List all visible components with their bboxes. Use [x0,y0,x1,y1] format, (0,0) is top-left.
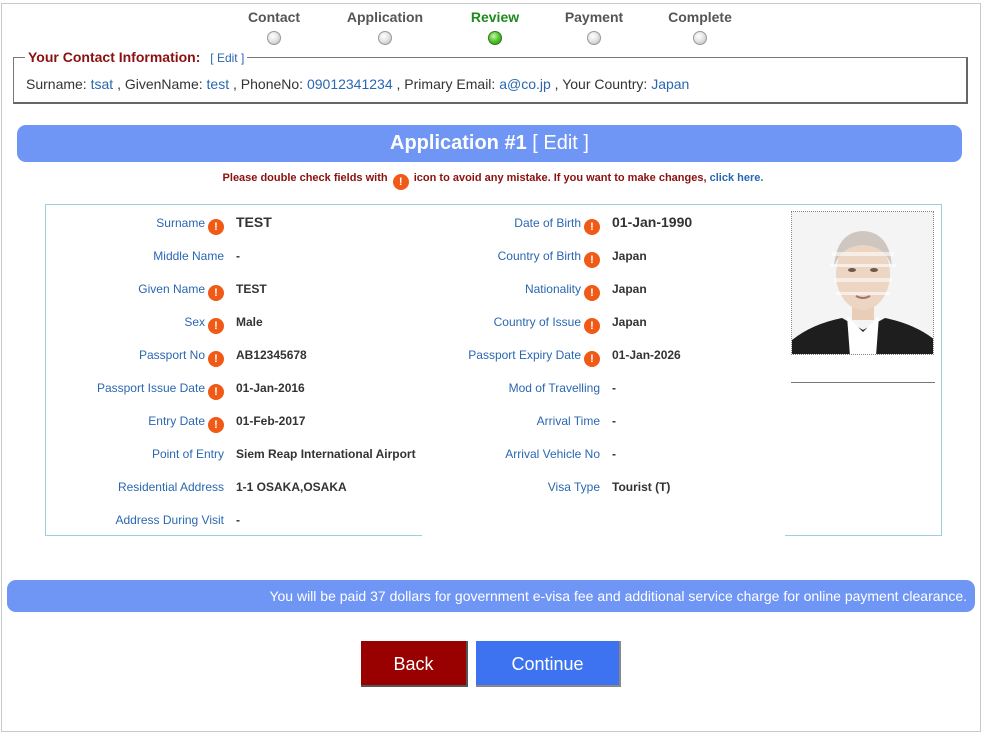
field-label: Date of Birth! [514,216,600,235]
field-value: Japan [612,282,647,296]
field-label-text: Country of Birth [497,249,581,263]
field-row: Visa Type Tourist (T) [0,478,986,498]
field-label: Country of Birth! [498,249,600,268]
photo-divider [791,382,935,383]
field-label: Passport Expiry Date! [468,348,600,367]
contact-legend: Your Contact Information: [ Edit ] [25,49,248,65]
field-label: Address During Visit [116,513,225,527]
field-row: Arrival Vehicle No - [0,445,986,465]
step-indicator-icon [693,31,707,45]
step-indicator-icon [587,31,601,45]
phone-value: 09012341234 [306,76,393,92]
warning-icon: ! [584,285,600,301]
field-value: Japan [612,249,647,263]
person-photo-icon [792,212,933,354]
step-indicator-icon [378,31,392,45]
step-indicator-icon [267,31,281,45]
step-label: Payment [564,9,624,25]
field-value: Japan [612,315,647,329]
field-value: - [612,414,616,428]
double-check-notice: Please double check fields with ! icon t… [0,172,986,190]
field-label-text: Date of Birth [514,216,581,230]
email-label: , Primary Email: [396,76,496,92]
warning-icon: ! [584,252,600,268]
warning-icon: ! [584,219,600,235]
step-complete: Complete [645,9,755,45]
application-edit-link[interactable]: [ Edit ] [532,132,589,154]
contact-edit-link[interactable]: [ Edit ] [210,51,244,65]
progress-steps: Contact Application Review Payment Compl… [0,9,986,49]
field-label: Mod of Travelling [509,381,600,395]
notice-text-after: icon to avoid any mistake. If you want t… [413,172,707,184]
field-label: Visa Type [548,480,600,494]
given-name-label: , GivenName: [117,76,203,92]
contact-summary: Surname: tsat , GivenName: test , PhoneN… [26,76,689,92]
application-title: Application #1 [390,132,527,154]
field-label-text: Arrival Vehicle No [505,447,600,461]
field-label-text: Mod of Travelling [508,381,600,395]
step-label: Complete [668,9,732,25]
field-row: Arrival Time - [0,412,986,432]
email-value: a@co.jp [499,76,551,92]
step-review: Review [440,9,550,45]
given-name-value: test [206,76,230,92]
contact-legend-title: Your Contact Information: [28,49,201,65]
field-row: Address During Visit - [0,511,986,531]
field-label-text: Visa Type [547,480,600,494]
back-button[interactable]: Back [361,641,468,687]
field-value: - [612,381,616,395]
panel-border [785,535,942,536]
warning-icon: ! [392,174,409,190]
field-label: Nationality! [525,282,600,301]
field-value: Tourist (T) [612,480,671,494]
field-label-text: Nationality [524,282,581,296]
application-banner: Application #1 [ Edit ] [17,125,962,162]
step-indicator-active-icon [488,31,502,45]
field-label: Arrival Vehicle No [505,447,600,461]
panel-border [45,535,422,536]
field-value: - [236,513,240,527]
warning-icon: ! [584,351,600,367]
field-label-text: Address During Visit [115,513,225,527]
notice-text-before: Please double check fields with [222,172,388,184]
continue-button[interactable]: Continue [476,641,621,687]
field-value: - [612,447,616,461]
surname-value: tsat [90,76,114,92]
field-value: 01-Jan-2026 [612,348,681,362]
field-value: 01-Jan-1990 [612,214,693,230]
step-application: Application [330,9,440,45]
step-label: Contact [247,9,301,25]
field-label: Arrival Time [537,414,600,428]
field-label-text: Passport Expiry Date [468,348,581,362]
warning-icon: ! [584,318,600,334]
applicant-photo [791,211,934,355]
step-label: Application [346,9,424,25]
phone-label: , PhoneNo: [233,76,304,92]
click-here-link[interactable]: click here. [710,172,764,184]
step-label: Review [470,9,520,25]
surname-label: Surname: [26,76,87,92]
step-contact: Contact [219,9,329,45]
field-label-text: Country of Issue [493,315,581,329]
fee-notice-banner: You will be paid 37 dollars for governme… [7,580,975,612]
country-value: Japan [651,76,690,92]
step-payment: Payment [539,9,649,45]
contact-info-box: Your Contact Information: [ Edit ] Surna… [13,49,968,104]
field-label-text: Arrival Time [536,414,600,428]
field-label: Country of Issue! [494,315,600,334]
country-label: , Your Country: [554,76,648,92]
